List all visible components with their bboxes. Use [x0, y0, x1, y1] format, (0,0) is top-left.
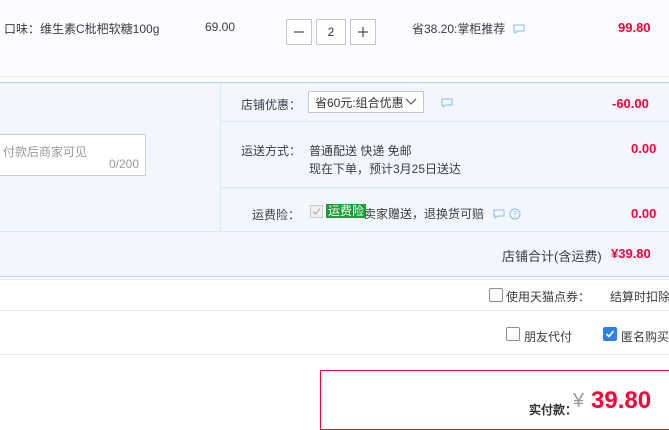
check-icon	[605, 330, 615, 338]
tmall-points-label: 使用天猫点券：	[506, 290, 591, 304]
product-row: 口味：维生素C枇杷软糖100g 69.00 2 省38.20:掌柜推荐 99.8…	[0, 0, 669, 77]
shop-discount-option: 省60元:组合优惠	[315, 95, 404, 110]
unit-price: 69.00	[205, 20, 236, 34]
chat-icon[interactable]	[513, 24, 525, 34]
chat-icon[interactable]	[493, 209, 505, 219]
settle-deduct-label: 结算时扣除	[610, 290, 669, 304]
shipping-label: 运送方式：	[241, 144, 302, 158]
divider	[220, 187, 669, 188]
anonymous-label: 匿名购买	[621, 330, 669, 344]
row-total: 99.80	[618, 20, 651, 35]
plus-icon	[358, 27, 368, 37]
pay-label: 实付款：	[529, 403, 578, 417]
saving-label: 省38.20:掌柜推荐	[412, 22, 506, 36]
divider	[220, 83, 221, 231]
message-input[interactable]: 付款后商家可见 0/200	[0, 134, 146, 176]
divider	[0, 310, 669, 311]
shop-total-value: ¥39.80	[611, 246, 651, 261]
shop-discount-value: -60.00	[612, 96, 649, 111]
divider	[0, 231, 669, 232]
message-count: 0/200	[108, 157, 139, 171]
insurance-label: 运费险：	[252, 208, 301, 222]
insurance-checkbox	[310, 205, 323, 218]
divider	[220, 121, 669, 122]
message-placeholder: 付款后商家可见	[3, 145, 88, 159]
friend-pay-checkbox[interactable]	[506, 327, 520, 341]
help-icon[interactable]: ?	[509, 208, 521, 220]
shop-discount-select[interactable]: 省60元:组合优惠	[308, 91, 424, 113]
insurance-badge: 运费险	[326, 204, 367, 218]
tmall-points-checkbox[interactable]	[489, 288, 503, 302]
quantity-input[interactable]: 2	[316, 19, 346, 45]
shop-total-label: 店铺合计(含运费)	[502, 249, 602, 264]
check-icon	[312, 208, 321, 215]
divider	[0, 279, 669, 280]
pay-amount: 39.80	[591, 387, 652, 414]
pay-summary: 实付款： ¥ 39.80	[320, 370, 669, 430]
minus-icon	[294, 31, 304, 33]
divider	[0, 354, 669, 355]
svg-text:?: ?	[513, 210, 517, 219]
insurance-value: 0.00	[631, 206, 657, 221]
chat-icon[interactable]	[441, 98, 453, 108]
pay-currency: ¥	[573, 390, 585, 412]
decrease-button[interactable]	[286, 19, 312, 45]
chevron-down-icon	[405, 98, 417, 105]
quantity-stepper[interactable]: 2	[286, 19, 376, 45]
friend-pay-label: 朋友代付	[524, 330, 573, 344]
insurance-desc: 卖家赠送，退换货可赔	[364, 207, 485, 221]
anonymous-checkbox[interactable]	[603, 327, 617, 341]
shipping-method: 普通配送 快递 免邮	[309, 144, 412, 158]
shop-discount-label: 店铺优惠：	[241, 98, 302, 112]
insurance-text: 卖家赠送，退换货可赔 ?	[364, 205, 521, 222]
saving-text: 省38.20:掌柜推荐	[412, 20, 525, 37]
shipping-eta: 现在下单，预计3月25日送达	[309, 162, 462, 176]
increase-button[interactable]	[350, 19, 376, 45]
shipping-value: 0.00	[631, 141, 657, 156]
product-variant: 口味：维生素C枇杷软糖100g	[4, 22, 160, 36]
